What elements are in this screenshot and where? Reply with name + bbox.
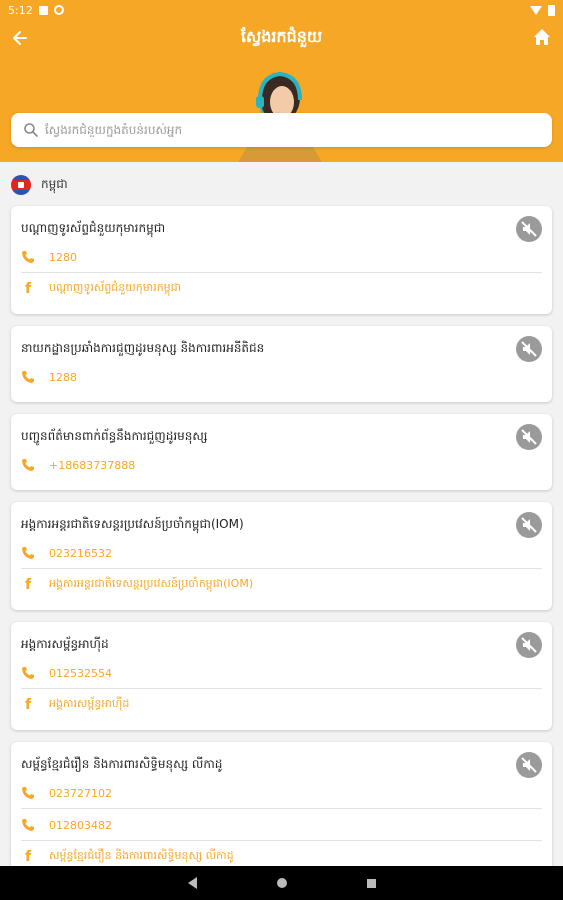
contact-name: បណ្ដាញទូរស័ព្ទជំនួយកុមារកម្ពុជា (21, 221, 166, 235)
phone-icon (22, 819, 34, 831)
contact-name: បញ្ជូនព័ត៌មានពាក់ព័ន្ធនឹងការជួញដូរមនុស្ស (21, 429, 208, 443)
phone-number: 023727102 (49, 786, 112, 800)
phone-row[interactable]: +18683737888 (21, 450, 542, 480)
contact-name: នាយកដ្ឋានប្រឆាំងការជួញដូរមនុស្ស និងការពា… (21, 341, 265, 355)
phone-icon (22, 667, 34, 679)
home-button[interactable] (531, 26, 553, 48)
mute-button[interactable] (516, 632, 542, 658)
contact-card: នាយកដ្ឋានប្រឆាំងការជួញដូរមនុស្ស និងការពា… (11, 326, 552, 402)
wifi-icon (530, 5, 542, 15)
page-title: ស្វែងរកជំនួយ (240, 27, 323, 46)
phone-row[interactable]: 023727102 (21, 778, 542, 808)
phone-icon (22, 547, 34, 559)
phone-icon (22, 371, 34, 383)
divider (21, 568, 542, 569)
phone-icon (22, 459, 34, 471)
mute-button[interactable] (516, 216, 542, 242)
nav-home-button[interactable] (276, 878, 287, 888)
divider (21, 808, 542, 809)
status-bar: 5:12 (0, 0, 563, 20)
phone-row[interactable]: 012532554 (21, 658, 542, 688)
battery-icon (548, 4, 555, 16)
volume-mute-icon (521, 221, 537, 237)
phone-number: 012803482 (49, 818, 112, 832)
mute-button[interactable] (516, 336, 542, 362)
volume-mute-icon (521, 429, 537, 445)
facebook-page: សម្ព័ន្ធខ្មែរជំរឿន និងការពារសិទ្ធិមនុស្ស… (49, 849, 234, 862)
facebook-icon: f (24, 577, 32, 593)
system-nav-bar (0, 866, 563, 900)
sync-icon (53, 5, 64, 15)
phone-icon (22, 787, 34, 799)
status-time: 5:12 (8, 3, 33, 17)
facebook-icon: f (24, 697, 32, 713)
phone-row[interactable]: 1280 (21, 242, 542, 272)
contact-card: បណ្ដាញទូរស័ព្ទជំនួយកុមារកម្ពុជា 1280 f ប… (11, 206, 552, 314)
notification-icon (38, 5, 48, 15)
contact-card: អង្គការអន្តរជាតិទេសន្តរប្រវេសន៍ប្រចាំកម្… (11, 502, 552, 610)
facebook-icon: f (24, 281, 32, 297)
facebook-page: អង្គការសម្ព័ន្ធអាហ៊ីដ (49, 697, 130, 710)
divider (21, 272, 542, 273)
facebook-row[interactable]: f អង្គការសម្ព័ន្ធអាហ៊ីដ (21, 690, 542, 720)
phone-row[interactable]: 1288 (21, 362, 542, 392)
volume-mute-icon (521, 757, 537, 773)
contact-card: សម្ព័ន្ធខ្មែរជំរឿន និងការពារសិទ្ធិមនុស្ស… (11, 742, 552, 882)
nav-recents-button[interactable] (366, 878, 376, 888)
phone-number: +18683737888 (49, 458, 136, 472)
facebook-icon: f (24, 849, 32, 865)
facebook-page: អង្គការអន្តរជាតិទេសន្តរប្រវេសន៍ប្រចាំកម្… (49, 577, 254, 590)
country-name: កម្ពុជា (41, 177, 68, 191)
divider (21, 840, 542, 841)
search-icon (24, 123, 38, 137)
phone-number: 1288 (49, 370, 77, 384)
phone-row[interactable]: 012803482 (21, 810, 542, 840)
search-input[interactable] (45, 123, 525, 137)
contact-name: អង្គការសម្ព័ន្ធអាហ៊ីដ (21, 637, 109, 651)
facebook-page: បណ្ដាញទូរស័ព្ទជំនួយកុមារកម្ពុជា (49, 281, 182, 294)
home-icon (534, 29, 550, 45)
nav-back-button[interactable] (187, 877, 197, 889)
contact-card: អង្គការសម្ព័ន្ធអាហ៊ីដ 012532554 f អង្គកា… (11, 622, 552, 730)
country-header: កម្ពុជា (11, 175, 68, 195)
contact-name: សម្ព័ន្ធខ្មែរជំរឿន និងការពារសិទ្ធិមនុស្ស… (21, 757, 223, 771)
facebook-row[interactable]: f បណ្ដាញទូរស័ព្ទជំនួយកុមារកម្ពុជា (21, 274, 542, 304)
facebook-row[interactable]: f អង្គការអន្តរជាតិទេសន្តរប្រវេសន៍ប្រចាំក… (21, 570, 542, 600)
volume-mute-icon (521, 637, 537, 653)
mute-button[interactable] (516, 512, 542, 538)
mute-button[interactable] (516, 752, 542, 778)
search-bar[interactable] (11, 113, 552, 147)
phone-row[interactable]: 023216532 (21, 538, 542, 568)
divider (21, 688, 542, 689)
phone-number: 012532554 (49, 666, 112, 680)
phone-icon (22, 251, 34, 263)
phone-number: 023216532 (49, 546, 112, 560)
volume-mute-icon (521, 341, 537, 357)
volume-mute-icon (521, 517, 537, 533)
cambodia-flag-icon (11, 175, 31, 195)
mute-button[interactable] (516, 424, 542, 450)
phone-number: 1280 (49, 250, 77, 264)
contact-name: អង្គការអន្តរជាតិទេសន្តរប្រវេសន៍ប្រចាំកម្… (21, 517, 244, 531)
contact-card: បញ្ជូនព័ត៌មានពាក់ព័ន្ធនឹងការជួញដូរមនុស្ស… (11, 414, 552, 490)
